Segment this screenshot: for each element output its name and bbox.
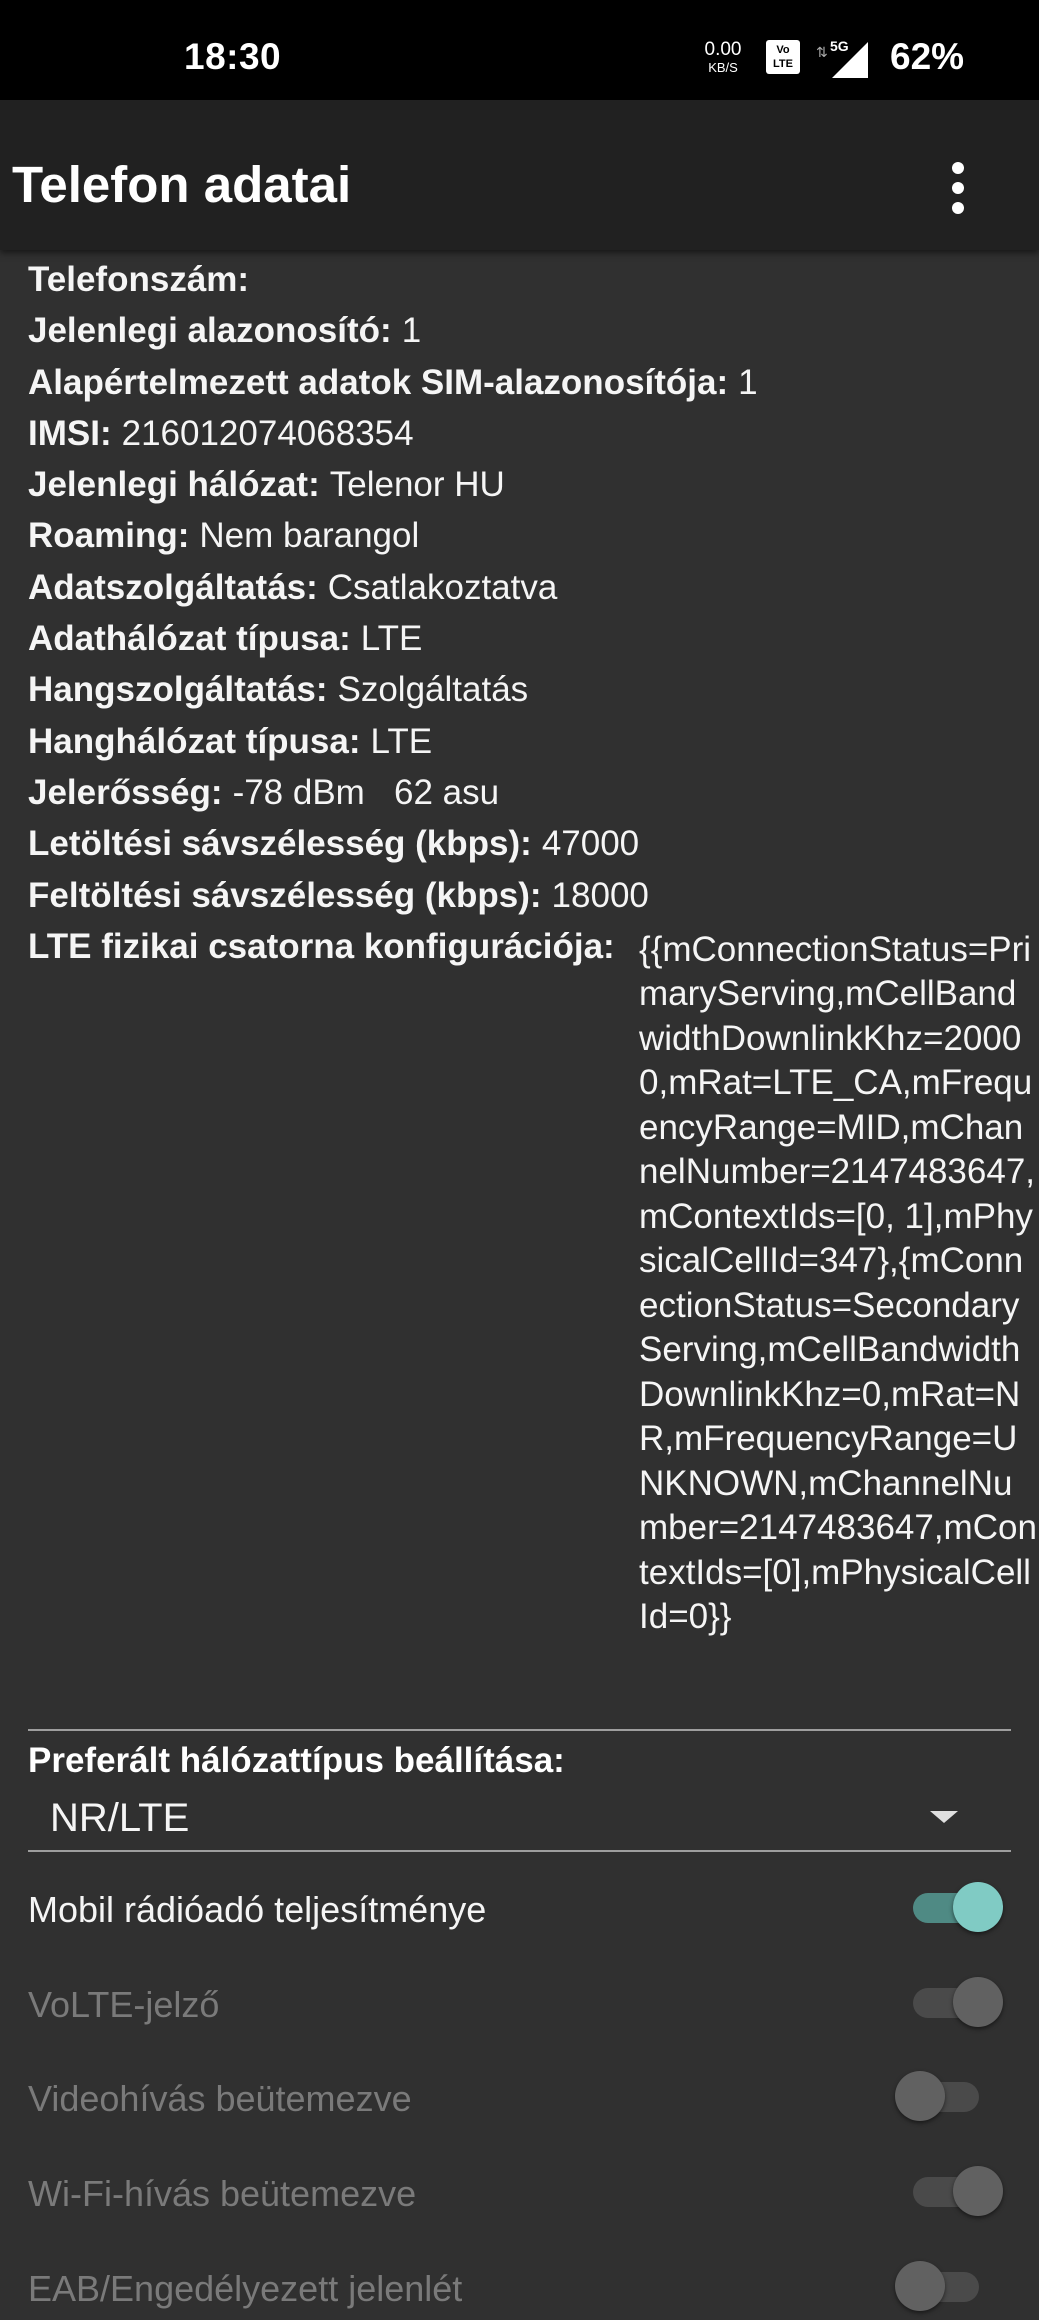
toggle-label: VoLTE-jelző bbox=[28, 1984, 220, 2025]
toggle-row-eab-presence: EAB/Engedélyezett jelenlét bbox=[0, 2246, 1039, 2320]
divider bbox=[28, 1729, 1011, 1731]
info-value: Nem barangol bbox=[199, 516, 420, 556]
info-label: Adathálózat típusa: bbox=[28, 619, 351, 659]
switch-thumb bbox=[953, 1882, 1003, 1932]
info-value: -78 dBm 62 asu bbox=[232, 772, 500, 812]
radio-power-switch[interactable] bbox=[913, 1882, 1003, 1932]
info-value: 18000 bbox=[551, 875, 649, 915]
info-row-current-id: Jelenlegi alazonosító: 1 bbox=[28, 305, 1018, 356]
data-activity-icon: ⇅ bbox=[816, 44, 828, 60]
info-label: Adatszolgáltatás: bbox=[28, 567, 318, 607]
info-value: {{mConnectionStatus=PrimaryServing,mCell… bbox=[639, 929, 1037, 1637]
network-speed-unit: KB/S bbox=[708, 60, 738, 75]
toggle-label: EAB/Engedélyezett jelenlét bbox=[28, 2268, 463, 2309]
info-row-upload-bandwidth: Feltöltési sávszélesség (kbps): 18000 bbox=[28, 870, 1018, 921]
info-row-default-data-sim: Alapértelmezett adatok SIM-alazonosítója… bbox=[28, 357, 1018, 408]
volte-icon: Vo LTE bbox=[766, 40, 800, 74]
info-value: 1 bbox=[401, 311, 422, 351]
info-row-voice-service: Hangszolgáltatás: Szolgáltatás bbox=[28, 664, 1018, 715]
toggle-label: Wi-Fi-hívás beütemezve bbox=[28, 2173, 417, 2214]
info-value: 216012074068354 bbox=[121, 413, 414, 453]
info-value: 1 bbox=[738, 362, 758, 402]
switch-thumb bbox=[895, 2261, 945, 2311]
switch-thumb bbox=[953, 2166, 1003, 2216]
status-bar: 18:30 0.00 KB/S Vo LTE ⇅ 5G 62% bbox=[0, 0, 1039, 100]
network-speed-value: 0.00 bbox=[704, 39, 742, 60]
toggle-row-volte: VoLTE-jelző bbox=[0, 1962, 1039, 2052]
info-label: Jelenlegi alazonosító: bbox=[28, 311, 392, 351]
info-row-current-network: Jelenlegi hálózat: Telenor HU bbox=[28, 459, 1018, 510]
info-label: Alapértelmezett adatok SIM-alazonosítója… bbox=[28, 362, 729, 402]
info-label: Hanghálózat típusa: bbox=[28, 721, 361, 761]
eab-presence-switch bbox=[895, 2261, 985, 2311]
info-row-phone-number: Telefonszám: bbox=[28, 254, 1018, 305]
app-bar: Telefon adatai bbox=[0, 100, 1039, 250]
info-row-roaming: Roaming: Nem barangol bbox=[28, 510, 1018, 561]
info-row-lte-phys-config: LTE fizikai csatorna konfigurációja: {{m… bbox=[28, 921, 1037, 1721]
toggle-row-wifi-call: Wi-Fi-hívás beütemezve bbox=[0, 2151, 1039, 2241]
info-row-data-service: Adatszolgáltatás: Csatlakoztatva bbox=[28, 562, 1018, 613]
info-value: Csatlakoztatva bbox=[327, 567, 558, 607]
info-value: Szolgáltatás bbox=[337, 670, 529, 710]
preferred-network-dropdown[interactable]: NR/LTE bbox=[28, 1790, 1011, 1850]
switch-thumb bbox=[895, 2071, 945, 2121]
toggle-row-video-call: Videohívás beütemezve bbox=[0, 2056, 1039, 2146]
info-row-voice-network-type: Hanghálózat típusa: LTE bbox=[28, 716, 1018, 767]
phone-info-list: Telefonszám: Jelenlegi alazonosító: 1 Ala… bbox=[28, 254, 1037, 1721]
dropdown-selected-value: NR/LTE bbox=[50, 1796, 190, 1840]
info-label: Jelenlegi hálózat: bbox=[28, 465, 320, 505]
info-row-download-bandwidth: Letöltési sávszélesség (kbps): 47000 bbox=[28, 818, 1018, 869]
info-label: IMSI: bbox=[28, 413, 112, 453]
volte-switch bbox=[913, 1977, 1003, 2027]
info-label: Letöltési sávszélesség (kbps): bbox=[28, 824, 532, 864]
info-label: LTE fizikai csatorna konfigurációja: bbox=[28, 926, 615, 966]
info-label: Telefonszám: bbox=[28, 260, 250, 299]
network-type-label: 5G bbox=[830, 38, 849, 54]
divider bbox=[28, 1850, 1011, 1852]
preferred-network-label: Preferált hálózattípus beállítása: bbox=[28, 1741, 565, 1780]
toggle-label: Mobil rádióadó teljesítménye bbox=[28, 1889, 487, 1930]
clock: 18:30 bbox=[184, 36, 282, 77]
video-call-switch bbox=[895, 2071, 985, 2121]
chevron-down-icon bbox=[930, 1811, 958, 1823]
info-row-signal-strength: Jelerősség: -78 dBm 62 asu bbox=[28, 767, 1018, 818]
signal-icon: ⇅ 5G bbox=[812, 36, 872, 80]
info-label: Roaming: bbox=[28, 516, 190, 556]
page-title: Telefon adatai bbox=[12, 156, 352, 213]
info-label: Hangszolgáltatás: bbox=[28, 670, 328, 710]
toggle-label: Videohívás beütemezve bbox=[28, 2078, 412, 2119]
info-label: Jelerősség: bbox=[28, 772, 223, 812]
info-value: LTE bbox=[360, 619, 423, 659]
switch-thumb bbox=[953, 1977, 1003, 2027]
info-row-imsi: IMSI: 216012074068354 bbox=[28, 408, 1018, 459]
network-speed-indicator: 0.00 KB/S bbox=[700, 40, 746, 74]
toggle-row-radio-power[interactable]: Mobil rádióadó teljesítménye bbox=[0, 1867, 1039, 1957]
info-value: LTE bbox=[370, 721, 433, 761]
more-vert-icon[interactable] bbox=[940, 158, 976, 218]
battery-percent: 62% bbox=[890, 36, 965, 77]
info-row-data-network-type: Adathálózat típusa: LTE bbox=[28, 613, 1018, 664]
info-value: 47000 bbox=[541, 824, 640, 864]
info-value: Telenor HU bbox=[329, 465, 505, 505]
info-label: Feltöltési sávszélesség (kbps): bbox=[28, 875, 542, 915]
wifi-call-switch bbox=[913, 2166, 1003, 2216]
